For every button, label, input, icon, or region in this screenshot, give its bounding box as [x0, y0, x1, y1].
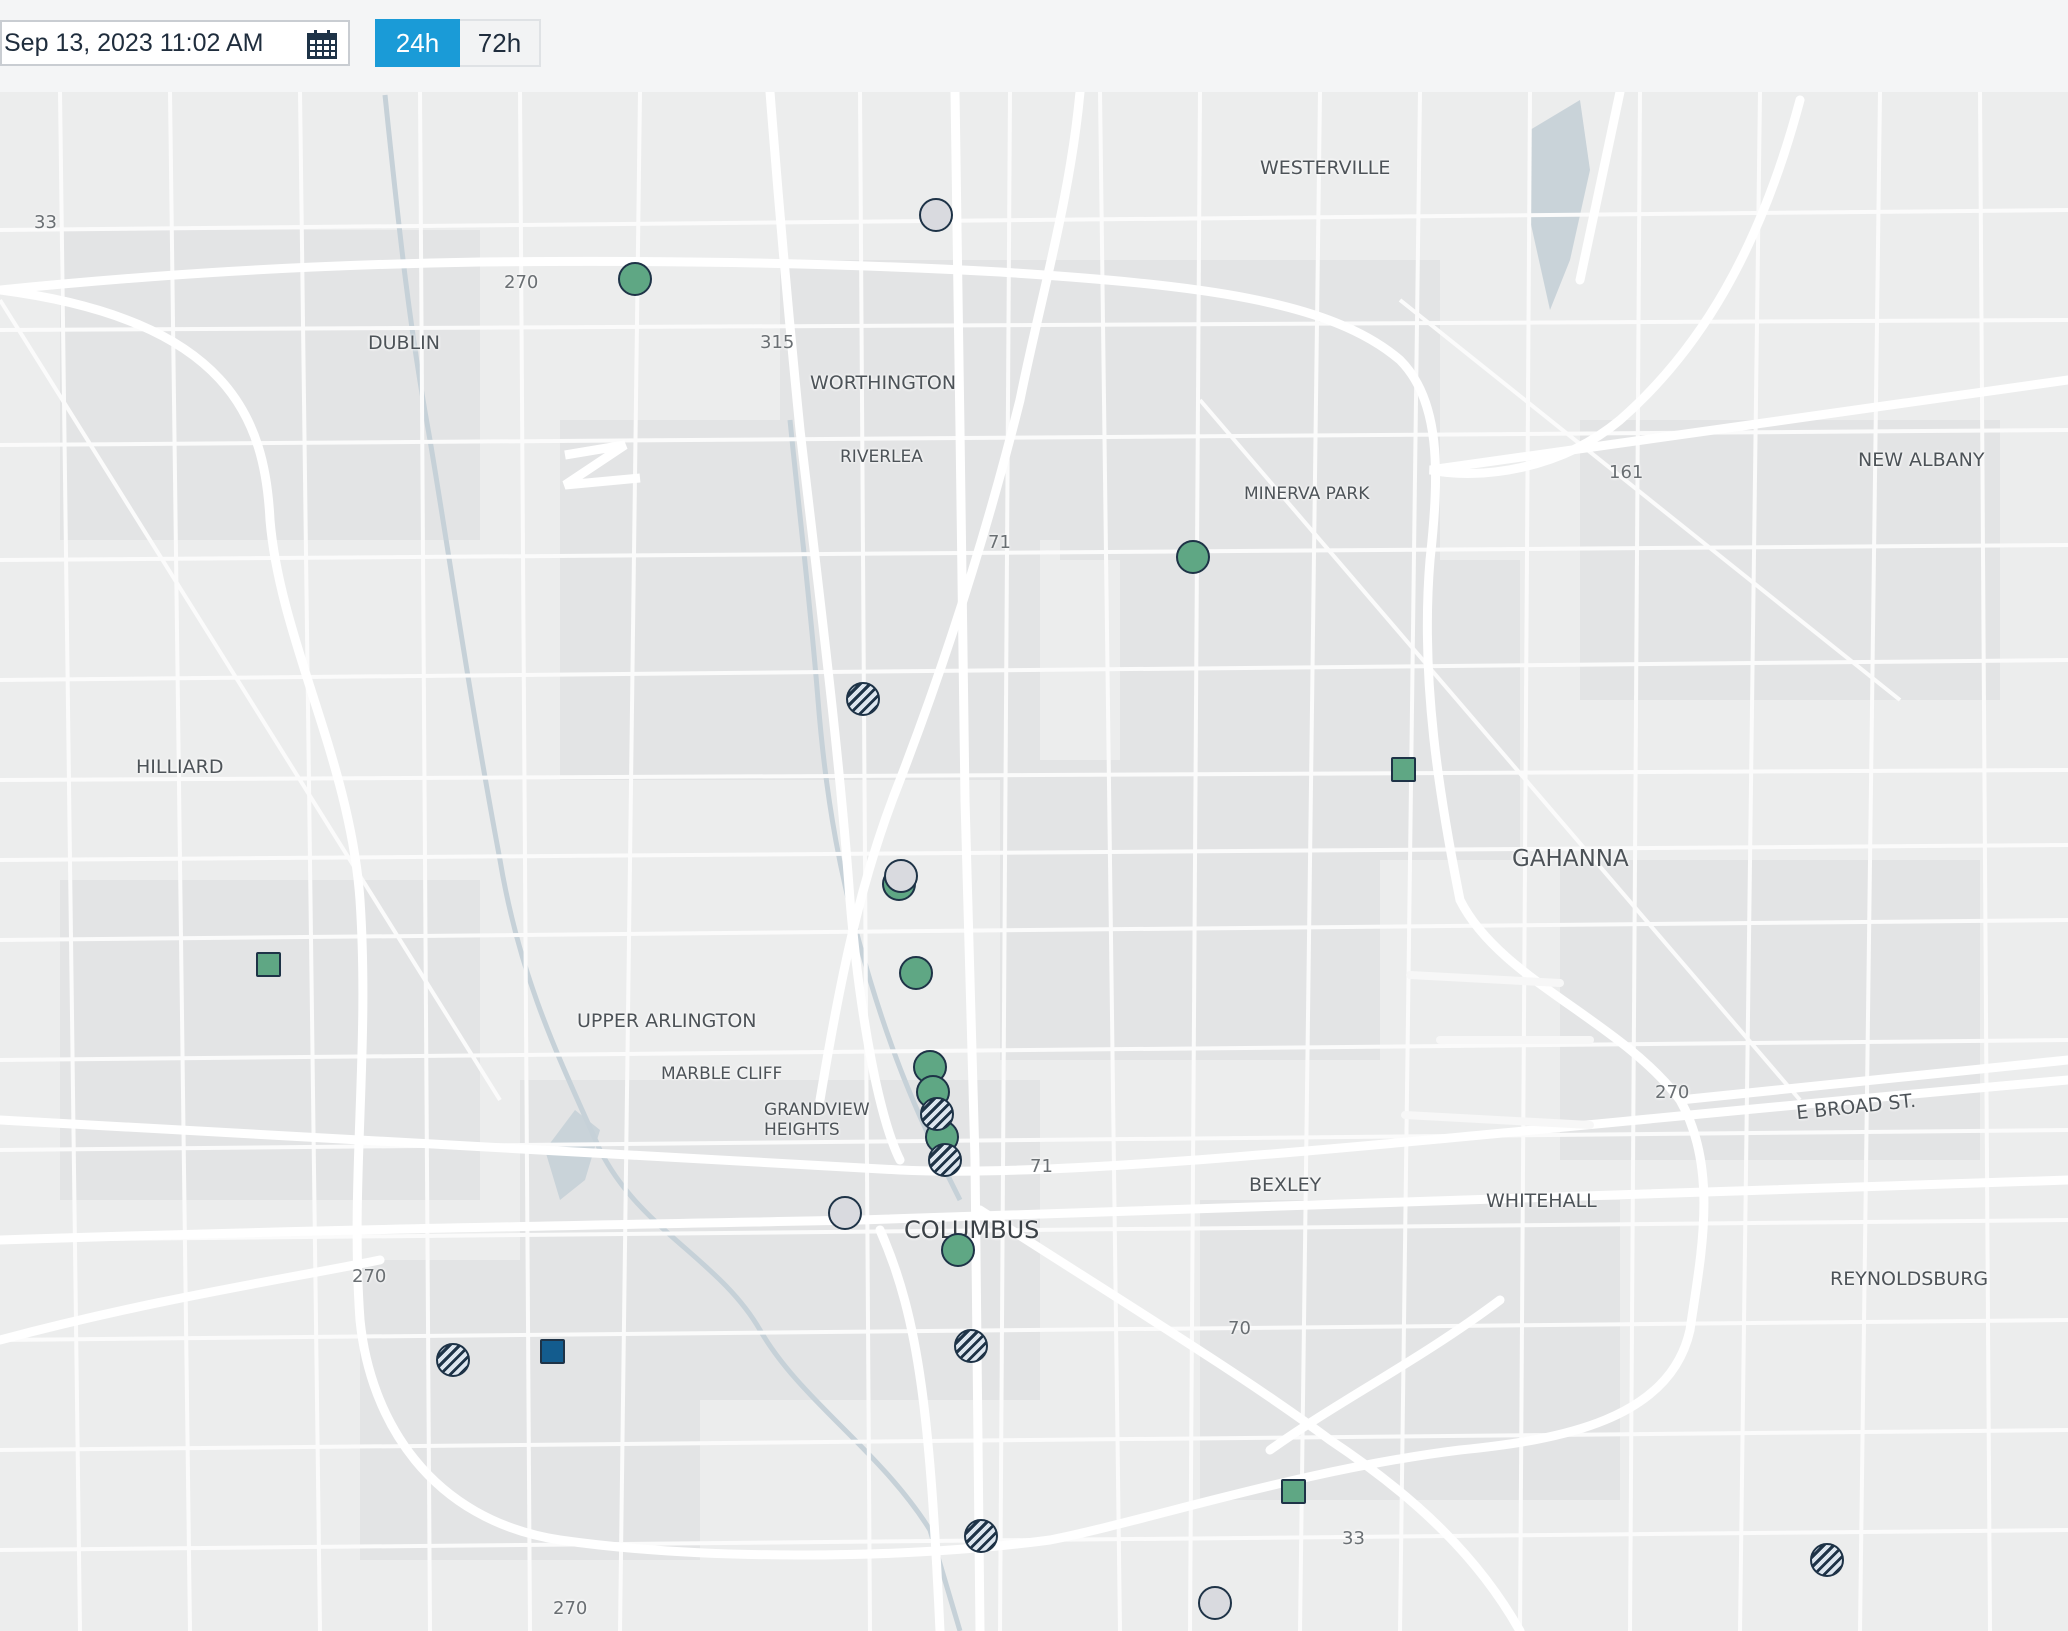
place-label-gahanna: GAHANNA [1512, 846, 1629, 872]
map-marker-square-green[interactable] [1281, 1479, 1306, 1504]
place-label-grandview: GRANDVIEW [764, 1100, 870, 1120]
route-label-71-central: 71 [1030, 1156, 1053, 1177]
range-72h-button[interactable]: 72h [460, 19, 541, 67]
map-basemap [0, 92, 2068, 1631]
map-marker-square-blue[interactable] [540, 1339, 565, 1364]
route-label-315: 315 [760, 332, 795, 353]
place-label-minerva-park: MINERVA PARK [1244, 484, 1370, 504]
map-marker-hatched[interactable] [1810, 1543, 1844, 1577]
map-marker-hatched[interactable] [920, 1097, 954, 1131]
map-marker-square-green[interactable] [256, 952, 281, 977]
place-label-westerville: WESTERVILLE [1260, 157, 1391, 179]
range-24h-button[interactable]: 24h [375, 19, 460, 67]
route-label-33-southeast: 33 [1342, 1528, 1365, 1549]
place-label-upper-arlington: UPPER ARLINGTON [577, 1010, 757, 1032]
map-marker-hatched[interactable] [928, 1143, 962, 1177]
route-label-71-north: 71 [988, 532, 1011, 553]
route-label-270-nw: 270 [504, 272, 539, 293]
calendar-icon[interactable] [306, 30, 338, 60]
route-label-33-nw: 33 [34, 212, 57, 233]
place-label-hilliard: HILLIARD [136, 756, 224, 778]
place-label-worthington: WORTHINGTON [810, 372, 957, 394]
datetime-value[interactable]: Sep 13, 2023 11:02 AM [2, 29, 263, 58]
map-marker-green[interactable] [618, 262, 652, 296]
time-range-toggle: 24h 72h [375, 19, 541, 67]
route-label-161: 161 [1609, 462, 1644, 483]
place-label-riverlea: RIVERLEA [840, 447, 923, 467]
route-label-270-south: 270 [553, 1598, 588, 1619]
place-label-bexley: BEXLEY [1249, 1174, 1322, 1196]
place-label-reynoldsburg: REYNOLDSBURG [1830, 1268, 1989, 1290]
place-label-dublin: DUBLIN [368, 332, 440, 354]
map-marker-hatched[interactable] [436, 1343, 470, 1377]
place-label-new-albany: NEW ALBANY [1858, 449, 1985, 471]
place-label-marble-cliff: MARBLE CLIFF [661, 1064, 783, 1084]
map-canvas[interactable]: WESTERVILLE DUBLIN WORTHINGTON RIVERLEA … [0, 92, 2068, 1631]
datetime-field[interactable]: Sep 13, 2023 11:02 AM [0, 20, 350, 66]
map-marker-grey[interactable] [884, 859, 918, 893]
route-label-270-southwest: 270 [352, 1266, 387, 1287]
map-marker-green[interactable] [899, 956, 933, 990]
map-marker-grey[interactable] [828, 1196, 862, 1230]
place-label-heights: HEIGHTS [764, 1120, 840, 1140]
map-marker-green[interactable] [1176, 540, 1210, 574]
map-marker-square-green[interactable] [1391, 757, 1416, 782]
map-marker-hatched[interactable] [846, 682, 880, 716]
map-marker-green[interactable] [941, 1233, 975, 1267]
map-marker-grey[interactable] [919, 198, 953, 232]
map-marker-hatched[interactable] [954, 1329, 988, 1363]
toolbar: Sep 13, 2023 11:02 AM 24h 72h [0, 0, 2068, 92]
route-label-270-east: 270 [1655, 1082, 1690, 1103]
map-marker-hatched[interactable] [964, 1519, 998, 1553]
place-label-whitehall: WHITEHALL [1486, 1190, 1597, 1212]
map-marker-grey[interactable] [1198, 1586, 1232, 1620]
route-label-70: 70 [1228, 1318, 1251, 1339]
